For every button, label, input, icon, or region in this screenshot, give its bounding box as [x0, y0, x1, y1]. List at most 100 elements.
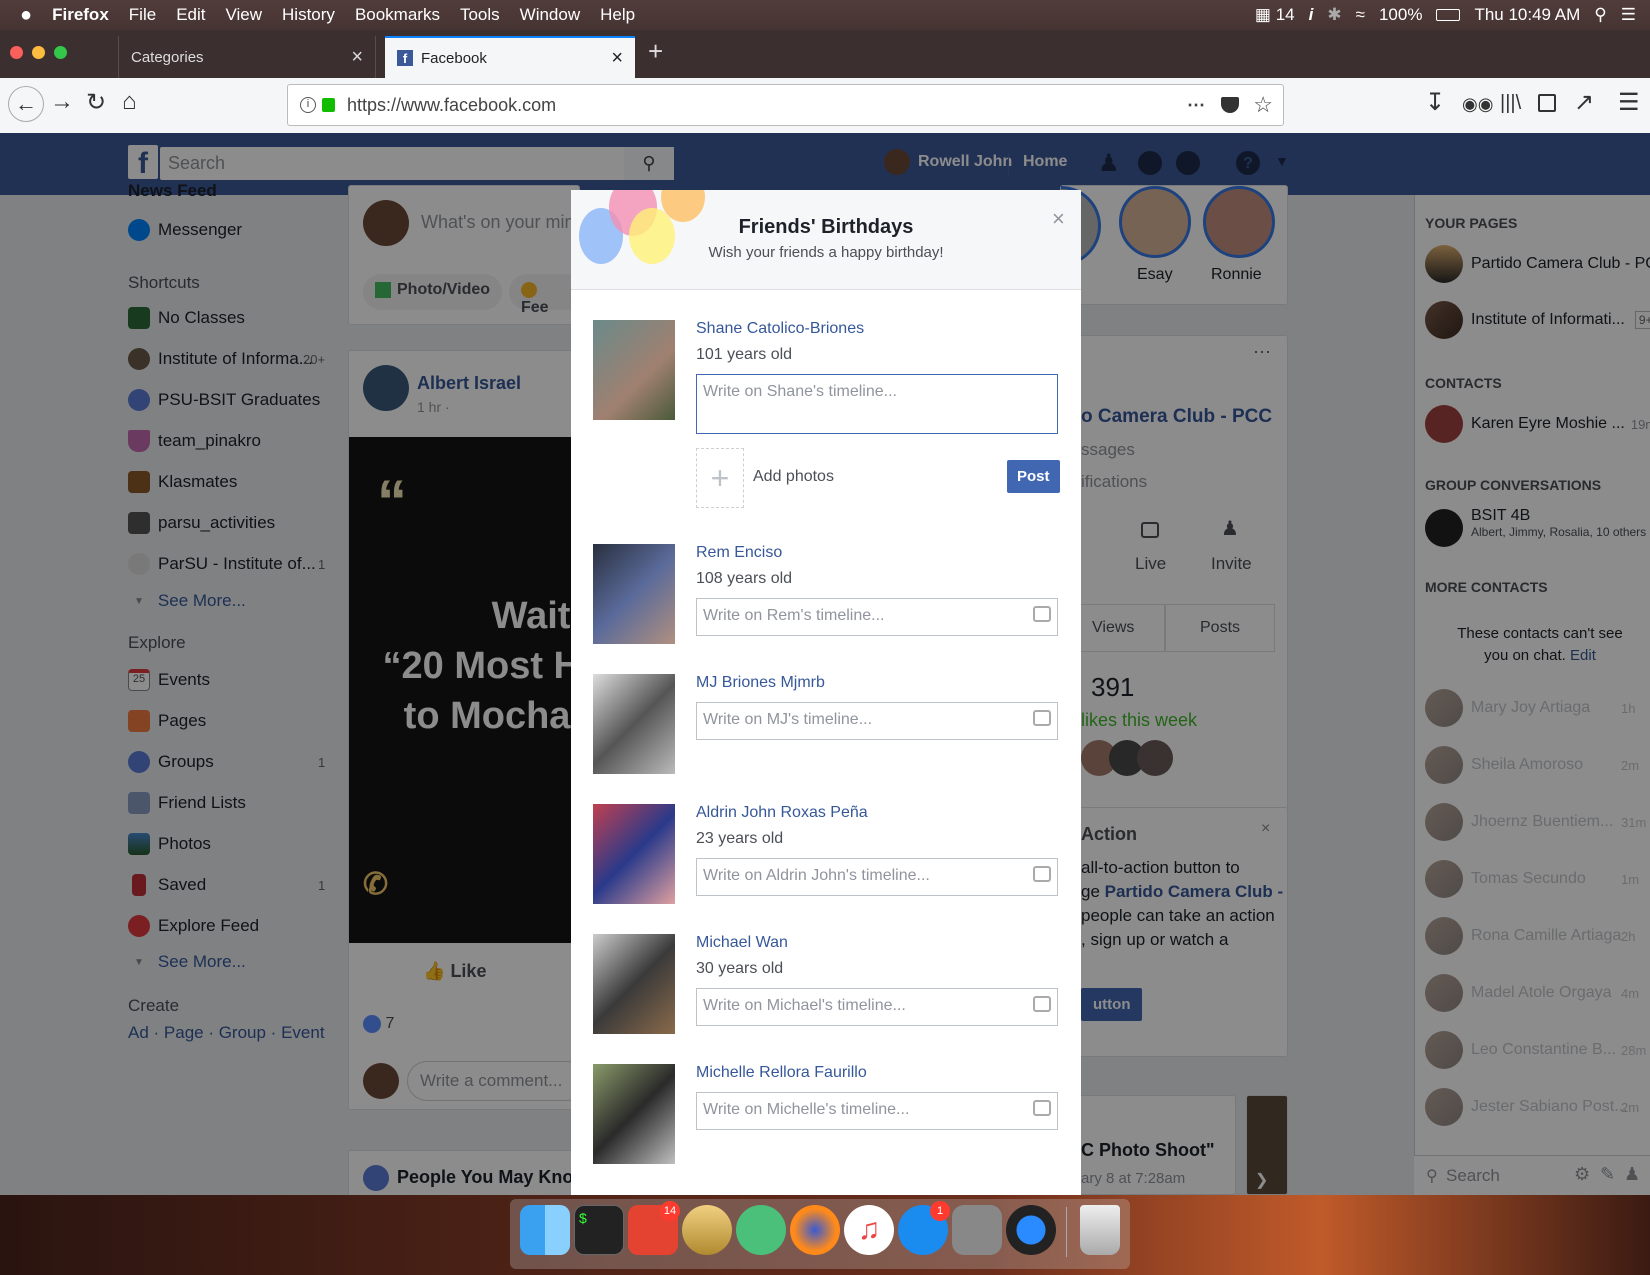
friend-name[interactable]: Michael Wan [696, 934, 788, 952]
add-photos-button[interactable]: + [696, 448, 744, 508]
camera-icon[interactable] [1033, 866, 1051, 882]
friend-age: 23 years old [696, 830, 784, 847]
spotlight-search-icon[interactable]: ⚲ [1594, 5, 1606, 25]
url-text[interactable]: https://www.facebook.com [347, 95, 556, 116]
extension-mask-icon[interactable]: ◉◉ [1462, 94, 1493, 115]
atom-editor-icon[interactable] [736, 1205, 786, 1255]
secure-lock-icon[interactable] [322, 98, 335, 112]
timeline-placeholder: Write on Aldrin John's timeline... [703, 867, 930, 884]
dialog-header: Friends' Birthdays Wish your friends a h… [571, 190, 1081, 290]
page-actions-icon[interactable]: ⋯ [1187, 95, 1205, 116]
tab-categories[interactable]: Categories × [118, 36, 376, 78]
todoist-badge: 14 [660, 1201, 680, 1221]
reload-button[interactable]: ↻ [86, 88, 106, 117]
friend-name[interactable]: Michelle Rellora Faurillo [696, 1064, 867, 1082]
app-store-badge: 1 [930, 1201, 950, 1221]
finder-icon[interactable] [520, 1205, 570, 1255]
apple-menu-icon[interactable]: ● [20, 4, 32, 27]
camera-icon[interactable] [1033, 996, 1051, 1012]
url-bar[interactable]: i https://www.facebook.com ⋯ ☆ [287, 84, 1284, 126]
friend-name[interactable]: Aldrin John Roxas Peña [696, 804, 868, 822]
friend-age: 108 years old [696, 570, 793, 587]
system-preferences-icon[interactable] [952, 1205, 1002, 1255]
notification-center-icon[interactable]: ☰ [1621, 5, 1636, 25]
friend-age: 30 years old [696, 960, 784, 977]
battery-percent[interactable]: 100% [1379, 5, 1422, 25]
pocket-icon[interactable] [1221, 97, 1239, 113]
database-icon[interactable] [682, 1205, 732, 1255]
sidebar-toggle-icon[interactable] [1538, 94, 1556, 112]
close-tab-icon[interactable]: × [611, 47, 623, 70]
back-button[interactable]: ← [8, 86, 44, 122]
menu-file[interactable]: File [129, 5, 156, 25]
macos-menu-bar: ● Firefox File Edit View History Bookmar… [0, 0, 1650, 30]
menu-edit[interactable]: Edit [176, 5, 205, 25]
menu-view[interactable]: View [225, 5, 262, 25]
window-minimize-button[interactable] [32, 46, 45, 59]
tab-label: Facebook [421, 49, 487, 67]
camera-icon[interactable] [1033, 710, 1051, 726]
calendar-count: 14 [1275, 5, 1295, 24]
menu-window[interactable]: Window [520, 5, 580, 25]
friend-name[interactable]: Shane Catolico-Briones [696, 320, 864, 338]
forward-button[interactable]: → [50, 88, 74, 116]
terminal-icon[interactable]: $ [574, 1205, 624, 1255]
camera-icon[interactable] [1033, 606, 1051, 622]
fullscreen-icon[interactable]: ↗ [1574, 88, 1594, 117]
dock-divider [1066, 1207, 1067, 1257]
window-close-button[interactable] [10, 46, 23, 59]
menu-tools[interactable]: Tools [460, 5, 500, 25]
menu-history[interactable]: History [282, 5, 335, 25]
camera-icon[interactable] [1033, 1100, 1051, 1116]
friend-photo[interactable] [593, 674, 675, 774]
timeline-placeholder: Write on Shane's timeline... [703, 383, 897, 400]
dialog-subtitle: Wish your friends a happy birthday! [708, 244, 944, 261]
friend-name[interactable]: MJ Briones Mjmrb [696, 674, 825, 692]
itunes-icon[interactable]: ♫ [844, 1205, 894, 1255]
timeline-post-input[interactable]: Write on Rem's timeline... [696, 598, 1058, 636]
calendar-status-icon[interactable]: ▦ 14 [1255, 5, 1295, 25]
info-status-icon[interactable]: i [1309, 5, 1314, 25]
friend-photo[interactable] [593, 804, 675, 904]
tab-label: Categories [131, 48, 204, 66]
library-icon[interactable]: |||\ [1500, 92, 1521, 115]
menu-help[interactable]: Help [600, 5, 635, 25]
downloads-icon[interactable]: ↧ [1425, 88, 1445, 117]
quicktime-icon[interactable] [1006, 1205, 1056, 1255]
timeline-post-input[interactable]: Write on Michelle's timeline... [696, 1092, 1058, 1130]
timeline-post-input[interactable]: Write on Shane's timeline... [696, 374, 1058, 434]
timeline-post-input[interactable]: Write on Michael's timeline... [696, 988, 1058, 1026]
friend-photo[interactable] [593, 544, 675, 644]
battery-icon [1436, 9, 1461, 21]
firefox-icon[interactable] [790, 1205, 840, 1255]
add-photos-label[interactable]: Add photos [753, 468, 834, 486]
trash-icon[interactable] [1080, 1205, 1120, 1255]
menubar-clock[interactable]: Thu 10:49 AM [1474, 5, 1580, 25]
friend-name[interactable]: Rem Enciso [696, 544, 782, 562]
window-zoom-button[interactable] [54, 46, 67, 59]
tab-facebook[interactable]: f Facebook × [385, 36, 635, 78]
timeline-placeholder: Write on Michelle's timeline... [703, 1101, 910, 1118]
close-dialog-button[interactable]: × [1052, 206, 1065, 232]
dialog-title: Friends' Birthdays [738, 216, 914, 238]
close-tab-icon[interactable]: × [351, 46, 363, 69]
site-info-icon[interactable]: i [300, 97, 316, 113]
hamburger-menu-icon[interactable]: ☰ [1618, 88, 1640, 117]
new-tab-button[interactable]: + [648, 36, 663, 67]
menu-bookmarks[interactable]: Bookmarks [355, 5, 440, 25]
friend-age: 101 years old [696, 346, 793, 363]
friend-photo[interactable] [593, 934, 675, 1034]
friend-photo[interactable] [593, 1064, 675, 1164]
macos-dock: $ 14 ♫ 1 [0, 1195, 1650, 1275]
browser-tab-strip: Categories × f Facebook × + [0, 30, 1650, 78]
home-button[interactable]: ⌂ [122, 88, 137, 116]
timeline-post-input[interactable]: Write on Aldrin John's timeline... [696, 858, 1058, 896]
menu-app-name[interactable]: Firefox [52, 5, 109, 25]
timeline-post-input[interactable]: Write on MJ's timeline... [696, 702, 1058, 740]
facebook-favicon-icon: f [397, 50, 413, 66]
friend-photo[interactable] [593, 320, 675, 420]
bluetooth-icon[interactable]: ✱ [1327, 5, 1341, 25]
post-button[interactable]: Post [1007, 460, 1060, 493]
bookmark-star-icon[interactable]: ☆ [1253, 92, 1273, 118]
wifi-icon[interactable]: ≈ [1356, 5, 1365, 25]
